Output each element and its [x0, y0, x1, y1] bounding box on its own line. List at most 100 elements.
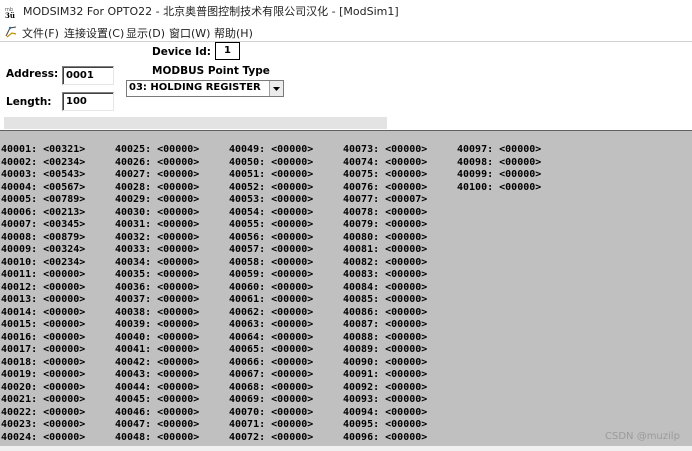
register-entry[interactable]: 40020: <00000> — [1, 382, 85, 395]
title-bar[interactable]: mb 3ü MODSIM32 For OPTO22 - 北京奥普图控制技术有限公… — [0, 0, 692, 22]
register-entry[interactable]: 40095: <00000> — [343, 419, 427, 432]
register-entry[interactable]: 40043: <00000> — [115, 369, 199, 382]
register-entry[interactable]: 40013: <00000> — [1, 294, 85, 307]
register-entry[interactable]: 40009: <00324> — [1, 244, 85, 257]
register-entry[interactable]: 40052: <00000> — [229, 182, 313, 195]
register-entry[interactable]: 40042: <00000> — [115, 357, 199, 370]
register-entry[interactable]: 40004: <00567> — [1, 182, 85, 195]
menu-display[interactable]: 显示(D) — [126, 25, 165, 41]
register-entry[interactable]: 40076: <00000> — [343, 182, 427, 195]
register-entry[interactable]: 40059: <00000> — [229, 269, 313, 282]
device-id-field[interactable]: 1 — [215, 42, 240, 60]
register-entry[interactable]: 40041: <00000> — [115, 344, 199, 357]
register-entry[interactable]: 40089: <00000> — [343, 344, 427, 357]
register-entry[interactable]: 40087: <00000> — [343, 319, 427, 332]
document-window-icon[interactable] — [4, 24, 18, 38]
register-entry[interactable]: 40097: <00000> — [457, 144, 541, 157]
register-entry[interactable]: 40067: <00000> — [229, 369, 313, 382]
register-entry[interactable]: 40015: <00000> — [1, 319, 85, 332]
register-entry[interactable]: 40061: <00000> — [229, 294, 313, 307]
register-entry[interactable]: 40075: <00000> — [343, 169, 427, 182]
register-entry[interactable]: 40046: <00000> — [115, 407, 199, 420]
register-entry[interactable]: 40037: <00000> — [115, 294, 199, 307]
register-entry[interactable]: 40038: <00000> — [115, 307, 199, 320]
menu-help[interactable]: 帮助(H) — [214, 25, 253, 41]
register-entry[interactable]: 40086: <00000> — [343, 307, 427, 320]
register-entry[interactable]: 40031: <00000> — [115, 219, 199, 232]
register-entry[interactable]: 40011: <00000> — [1, 269, 85, 282]
register-entry[interactable]: 40063: <00000> — [229, 319, 313, 332]
dropdown-arrow-icon[interactable] — [269, 81, 283, 96]
register-entry[interactable]: 40044: <00000> — [115, 382, 199, 395]
register-entry[interactable]: 40091: <00000> — [343, 369, 427, 382]
length-field[interactable]: 100 — [62, 92, 114, 111]
register-entry[interactable]: 40032: <00000> — [115, 232, 199, 245]
register-entry[interactable]: 40012: <00000> — [1, 282, 85, 295]
register-entry[interactable]: 40055: <00000> — [229, 219, 313, 232]
register-entry[interactable]: 40049: <00000> — [229, 144, 313, 157]
register-entry[interactable]: 40074: <00000> — [343, 157, 427, 170]
register-entry[interactable]: 40058: <00000> — [229, 257, 313, 270]
menu-connection[interactable]: 连接设置(C) — [64, 25, 124, 41]
register-entry[interactable]: 40002: <00234> — [1, 157, 85, 170]
register-entry[interactable]: 40077: <00007> — [343, 194, 427, 207]
register-entry[interactable]: 40093: <00000> — [343, 394, 427, 407]
menu-file[interactable]: 文件(F) — [22, 25, 59, 41]
register-entry[interactable]: 40026: <00000> — [115, 157, 199, 170]
register-entry[interactable]: 40071: <00000> — [229, 419, 313, 432]
register-entry[interactable]: 40069: <00000> — [229, 394, 313, 407]
register-entry[interactable]: 40098: <00000> — [457, 157, 541, 170]
register-entry[interactable]: 40070: <00000> — [229, 407, 313, 420]
register-entry[interactable]: 40084: <00000> — [343, 282, 427, 295]
register-entry[interactable]: 40064: <00000> — [229, 332, 313, 345]
register-entry[interactable]: 40007: <00345> — [1, 219, 85, 232]
register-entry[interactable]: 40068: <00000> — [229, 382, 313, 395]
register-entry[interactable]: 40001: <00321> — [1, 144, 85, 157]
register-entry[interactable]: 40054: <00000> — [229, 207, 313, 220]
register-entry[interactable]: 40028: <00000> — [115, 182, 199, 195]
register-entry[interactable]: 40018: <00000> — [1, 357, 85, 370]
register-entry[interactable]: 40088: <00000> — [343, 332, 427, 345]
register-entry[interactable]: 40003: <00543> — [1, 169, 85, 182]
register-entry[interactable]: 40081: <00000> — [343, 244, 427, 257]
register-entry[interactable]: 40085: <00000> — [343, 294, 427, 307]
register-entry[interactable]: 40078: <00000> — [343, 207, 427, 220]
register-entry[interactable]: 40005: <00789> — [1, 194, 85, 207]
register-entry[interactable]: 40082: <00000> — [343, 257, 427, 270]
register-entry[interactable]: 40027: <00000> — [115, 169, 199, 182]
register-entry[interactable]: 40036: <00000> — [115, 282, 199, 295]
register-entry[interactable]: 40023: <00000> — [1, 419, 85, 432]
register-entry[interactable]: 40033: <00000> — [115, 244, 199, 257]
address-field[interactable]: 0001 — [62, 66, 114, 85]
register-entry[interactable]: 40056: <00000> — [229, 232, 313, 245]
register-entry[interactable]: 40024: <00000> — [1, 432, 85, 445]
register-entry[interactable]: 40029: <00000> — [115, 194, 199, 207]
register-entry[interactable]: 40021: <00000> — [1, 394, 85, 407]
register-entry[interactable]: 40017: <00000> — [1, 344, 85, 357]
register-entry[interactable]: 40006: <00213> — [1, 207, 85, 220]
point-type-select[interactable]: 03: HOLDING REGISTER — [126, 80, 284, 97]
register-entry[interactable]: 40062: <00000> — [229, 307, 313, 320]
register-entry[interactable]: 40053: <00000> — [229, 194, 313, 207]
register-entry[interactable]: 40057: <00000> — [229, 244, 313, 257]
register-entry[interactable]: 40010: <00234> — [1, 257, 85, 270]
register-entry[interactable]: 40045: <00000> — [115, 394, 199, 407]
register-entry[interactable]: 40035: <00000> — [115, 269, 199, 282]
register-entry[interactable]: 40014: <00000> — [1, 307, 85, 320]
register-entry[interactable]: 40030: <00000> — [115, 207, 199, 220]
register-entry[interactable]: 40090: <00000> — [343, 357, 427, 370]
register-entry[interactable]: 40096: <00000> — [343, 432, 427, 445]
register-entry[interactable]: 40019: <00000> — [1, 369, 85, 382]
register-entry[interactable]: 40060: <00000> — [229, 282, 313, 295]
register-entry[interactable]: 40080: <00000> — [343, 232, 427, 245]
register-entry[interactable]: 40040: <00000> — [115, 332, 199, 345]
register-entry[interactable]: 40073: <00000> — [343, 144, 427, 157]
register-entry[interactable]: 40048: <00000> — [115, 432, 199, 445]
register-data-area[interactable]: 40001: <00321> 40002: <00234> 40003: <0054… — [0, 130, 692, 447]
register-entry[interactable]: 40072: <00000> — [229, 432, 313, 445]
register-entry[interactable]: 40066: <00000> — [229, 357, 313, 370]
register-entry[interactable]: 40051: <00000> — [229, 169, 313, 182]
register-entry[interactable]: 40083: <00000> — [343, 269, 427, 282]
menu-window[interactable]: 窗口(W) — [169, 25, 210, 41]
register-entry[interactable]: 40050: <00000> — [229, 157, 313, 170]
